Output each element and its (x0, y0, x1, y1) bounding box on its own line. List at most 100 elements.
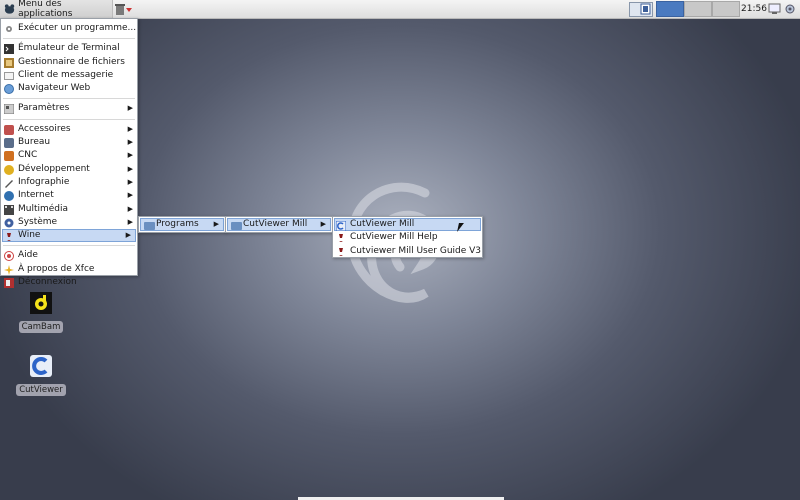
submenu-arrow-icon: ▶ (320, 220, 326, 228)
development-icon (4, 164, 14, 175)
multimedia-icon (4, 204, 14, 215)
xfce-mouse-icon (4, 4, 15, 14)
cnc-icon (4, 151, 14, 162)
wine-icon (7, 233, 11, 242)
menu-item-internet[interactable]: Internet ▶ (1, 189, 137, 202)
run-program-icon (6, 26, 12, 32)
programs-submenu: CutViewer Mill ▶ (225, 216, 333, 233)
menu-item-label: Internet (18, 190, 54, 201)
submenu-arrow-icon: ▶ (127, 177, 133, 186)
menu-item-multimedia[interactable]: Multimédia ▶ (1, 203, 137, 216)
menu-item-accessories[interactable]: Accessoires ▶ (1, 123, 137, 136)
menu-item-graphics[interactable]: Infographie ▶ (1, 176, 137, 189)
cambam-icon (30, 292, 52, 314)
desktop-icon-cambam[interactable]: CamBam (16, 292, 66, 333)
dropdown-arrow-icon (126, 8, 132, 12)
submenu-arrow-icon: ▶ (127, 191, 133, 200)
menu-item-mail-client[interactable]: Client de messagerie (1, 69, 137, 82)
desktop-icon-label: CutViewer (16, 384, 66, 396)
menu-item-label: CNC (18, 150, 38, 161)
window-list-icon[interactable] (629, 2, 653, 17)
menu-separator (3, 98, 135, 100)
top-panel: Menu des applications 21:56 (0, 0, 800, 19)
menu-item-terminal[interactable]: Émulateur de Terminal (1, 42, 137, 55)
internet-icon (4, 191, 14, 202)
wine-icon (339, 247, 343, 256)
menu-item-run-program[interactable]: Exécuter un programme... (1, 22, 137, 35)
menu-item-programs[interactable]: Programs ▶ (140, 218, 224, 232)
desktop-icon-label: CamBam (18, 321, 64, 333)
menu-item-label: Accessoires (18, 123, 71, 134)
menu-item-label: Navigateur Web (18, 83, 91, 94)
terminal-icon (4, 44, 14, 55)
applications-menu-button[interactable]: Menu des applications (0, 0, 113, 19)
menu-item-label: Déconnexion (18, 277, 77, 288)
menu-item-label: CutViewer Mill (243, 219, 308, 229)
workspace-3[interactable] (712, 1, 740, 17)
submenu-arrow-icon: ▶ (127, 204, 133, 213)
applications-menu: Exécuter un programme... Émulateur de Te… (0, 18, 138, 289)
menu-item-file-manager[interactable]: Gestionnaire de fichiers (1, 56, 137, 69)
wine-submenu: Programs ▶ (138, 216, 226, 233)
menu-separator (3, 245, 135, 247)
menu-item-label: Client de messagerie (18, 69, 114, 80)
menu-item-logout[interactable]: Déconnexion (1, 276, 137, 289)
menu-item-label: Wine (18, 230, 41, 241)
folder-icon (144, 222, 155, 230)
menu-item-cnc[interactable]: CNC ▶ (1, 149, 137, 162)
menu-item-label: À propos de Xfce (18, 263, 95, 274)
menu-item-web-browser[interactable]: Navigateur Web (1, 82, 137, 95)
submenu-arrow-icon: ▶ (127, 124, 133, 133)
menu-item-label: Système (18, 216, 58, 227)
menu-item-settings[interactable]: Paramètres ▶ (1, 102, 137, 115)
menu-item-wine[interactable]: Wine ▶ (2, 229, 136, 243)
menu-item-label: Bureau (18, 137, 51, 148)
logout-icon (4, 278, 14, 289)
menu-item-office[interactable]: Bureau ▶ (1, 136, 137, 149)
web-browser-icon (4, 84, 14, 95)
accessories-icon (4, 124, 14, 135)
submenu-arrow-icon: ▶ (127, 164, 133, 173)
submenu-arrow-icon: ▶ (125, 231, 131, 240)
menu-item-label: Infographie (18, 176, 70, 187)
menu-item-development[interactable]: Développement ▶ (1, 163, 137, 176)
menu-item-label: Programs (156, 219, 199, 229)
submenu-arrow-icon: ▶ (127, 104, 133, 113)
menu-item-label: Développement (18, 163, 90, 174)
folder-icon (231, 222, 242, 230)
menu-item-label: Multimédia (18, 203, 69, 214)
menu-item-label: Cutviewer Mill User Guide V3 (350, 245, 482, 256)
help-icon (4, 251, 14, 262)
menu-item-label: Aide (18, 250, 38, 261)
menu-item-cutviewer-user-guide[interactable]: Cutviewer Mill User Guide V3 (333, 245, 482, 258)
workspace-2[interactable] (684, 1, 712, 17)
menu-separator (3, 118, 135, 120)
trash-icon (115, 3, 125, 15)
trash-applet[interactable] (114, 2, 134, 16)
menu-item-label: Exécuter un programme... (18, 23, 137, 33)
desktop-icon-cutviewer[interactable]: CutViewer (16, 355, 66, 396)
menu-item-cutviewer-mill-help[interactable]: CutViewer Mill Help (333, 231, 482, 244)
menu-item-label: CutViewer Mill Help (350, 232, 438, 243)
submenu-arrow-icon: ▶ (127, 217, 133, 226)
menu-item-help[interactable]: Aide (1, 249, 137, 262)
menu-separator (3, 38, 135, 40)
menu-item-label: Paramètres (18, 103, 70, 114)
network-icon[interactable] (768, 3, 781, 15)
submenu-arrow-icon: ▶ (127, 151, 133, 160)
settings-icon[interactable] (784, 3, 797, 15)
menu-item-cutviewer-mill-folder[interactable]: CutViewer Mill ▶ (227, 218, 331, 232)
menu-item-system[interactable]: Système ▶ (1, 216, 137, 229)
cutviewer-icon (336, 221, 346, 231)
workspace-1[interactable] (656, 1, 684, 17)
submenu-arrow-icon: ▶ (213, 220, 219, 228)
menu-item-label: CutViewer Mill (350, 219, 415, 229)
menu-item-about-xfce[interactable]: À propos de Xfce (1, 263, 137, 276)
mail-icon (4, 71, 14, 80)
clock[interactable]: 21:56 (741, 0, 767, 18)
system-icon (4, 218, 14, 228)
applications-menu-label: Menu des applications (18, 0, 73, 19)
menu-item-label: Gestionnaire de fichiers (18, 56, 125, 67)
cutviewer-icon (30, 355, 52, 377)
office-icon (4, 138, 14, 149)
